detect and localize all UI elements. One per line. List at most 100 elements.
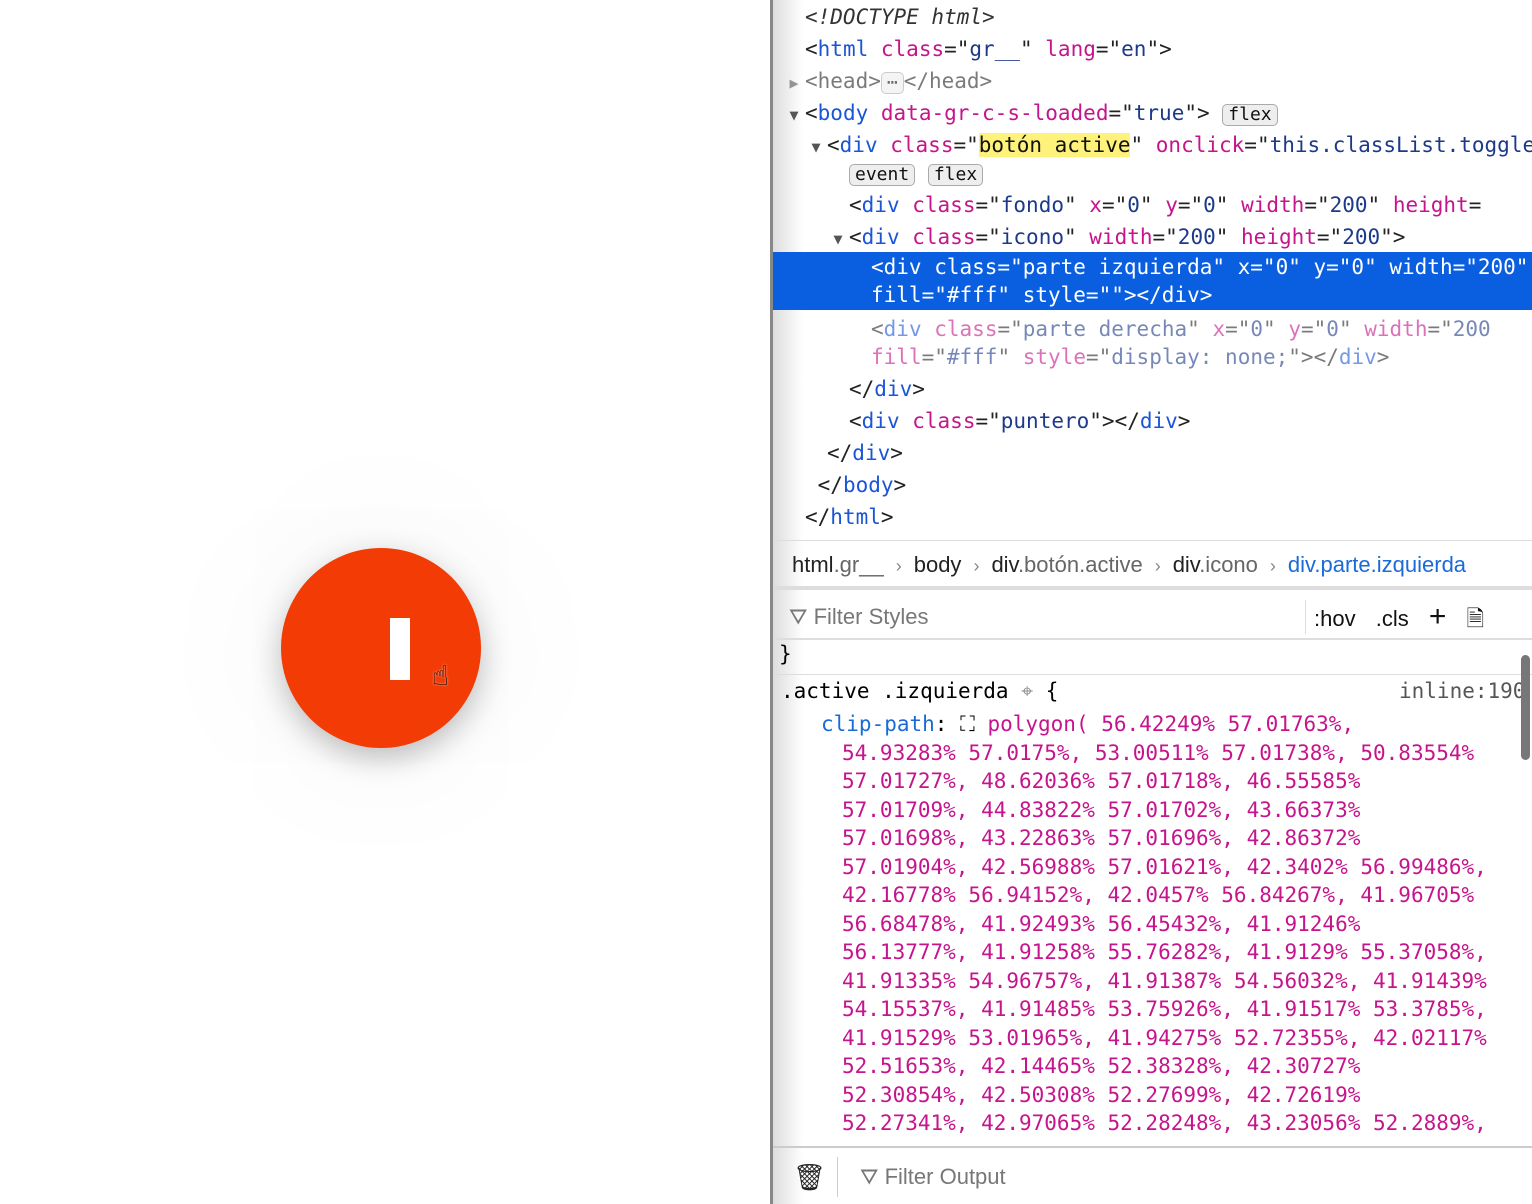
property-value-line[interactable]: 56.68478%, 41.92493% 56.45432%, 41.91246… xyxy=(842,910,1360,938)
property-value-line[interactable]: 52.27341%, 42.97065% 52.28248%, 43.23056… xyxy=(842,1109,1487,1137)
property-value-line[interactable]: 52.30854%, 42.50308% 52.27699%, 42.72619… xyxy=(842,1081,1360,1109)
markup-token: parte derecha xyxy=(1022,317,1188,341)
shape-editor-icon[interactable]: ⛶ xyxy=(960,712,987,736)
property-name[interactable]: clip-path xyxy=(821,712,935,736)
trash-icon[interactable]: 🗑 xyxy=(793,1148,826,1204)
markup-token: class xyxy=(912,225,976,249)
breadcrumb-item[interactable]: html.gr__ xyxy=(792,552,884,577)
markup-token: " xyxy=(1367,193,1393,217)
markup-token: icono xyxy=(1000,225,1064,249)
breadcrumb-item[interactable]: div.parte.izquierda xyxy=(1288,552,1466,577)
property-value-line[interactable]: 54.15537%, 41.91485% 53.75926%, 41.91517… xyxy=(842,995,1487,1023)
markup-token: =" xyxy=(1085,345,1112,369)
dom-node-line[interactable]: </body> xyxy=(773,470,1532,500)
property-value-line[interactable]: 57.01709%, 44.83822% 57.01702%, 43.66373… xyxy=(842,796,1360,824)
property-value-line[interactable]: 57.01727%, 48.62036% 57.01718%, 46.55585… xyxy=(842,767,1360,795)
dom-node-line[interactable]: ▼ <body data-gr-c-s-loaded="true"> flex xyxy=(773,98,1532,128)
breadcrumb-item[interactable]: body xyxy=(914,552,962,577)
dom-node-line[interactable]: ▼ <div class="icono" width="200" height="… xyxy=(773,222,1532,252)
markup-token: class xyxy=(934,317,998,341)
dom-node-line[interactable]: <div class="fondo" x="0" y="0" width="20… xyxy=(773,190,1532,220)
markup-token: 200 xyxy=(1342,225,1381,249)
play-pause-button[interactable] xyxy=(281,548,481,748)
dom-tree: <!DOCTYPE html> <html class="gr__" lang="… xyxy=(773,0,1532,532)
dom-node-line[interactable]: </div> xyxy=(773,438,1532,468)
property-value-line[interactable]: 57.01904%, 42.56988% 57.01621%, 42.3402%… xyxy=(842,853,1487,881)
property-value-line[interactable]: 56.13777%, 41.91258% 55.76282%, 41.9129%… xyxy=(842,938,1487,966)
markup-token: =" xyxy=(1316,225,1343,249)
filter-styles-input[interactable]: ⛛ Filter Styles xyxy=(789,594,929,640)
markup-token: > xyxy=(1376,345,1390,369)
document-icon[interactable]: 🗎 xyxy=(1467,606,1485,631)
expand-toggle-icon[interactable]: ▼ xyxy=(827,224,849,254)
rule-source-link[interactable]: inline:190 xyxy=(1399,677,1525,705)
property-value-line[interactable]: 41.91335% 54.96757%, 41.91387% 54.56032%… xyxy=(842,967,1487,995)
property-value-line[interactable]: 41.91529% 53.01965%, 41.94275% 52.72355%… xyxy=(842,1024,1487,1052)
markup-token: x xyxy=(1089,193,1102,217)
markup-token: #fff xyxy=(946,345,998,369)
property-value-line[interactable]: 57.01698%, 43.22863% 57.01696%, 42.86372… xyxy=(842,824,1360,852)
expand-toggle-icon[interactable]: ▶ xyxy=(783,68,805,98)
dom-node-line[interactable]: </div> xyxy=(773,374,1532,404)
node-badge[interactable]: event xyxy=(849,164,916,186)
markup-token: html xyxy=(830,505,881,529)
breadcrumb-item[interactable]: div.icono xyxy=(1173,552,1258,577)
dom-node-line[interactable]: <div class="parte izquierda" x="0" y="0"… xyxy=(773,252,1532,282)
dom-node-line[interactable]: fill="#fff" style=""></div> xyxy=(773,280,1532,310)
cls-toggle[interactable]: .cls xyxy=(1376,606,1409,631)
markup-token: < xyxy=(849,409,862,433)
property-value-line[interactable]: 42.16778% 56.94152%, 42.0457% 56.84267%,… xyxy=(842,881,1474,909)
markup-token: class xyxy=(912,409,976,433)
markup-token: width xyxy=(1364,317,1428,341)
dom-node-line[interactable]: </html> xyxy=(773,502,1532,532)
node-target-icon[interactable]: ⌖ xyxy=(1021,679,1033,703)
property-value-line[interactable]: 52.51653%, 42.14465% 52.38328%, 42.30727… xyxy=(842,1052,1360,1080)
add-rule-button[interactable]: + xyxy=(1429,600,1447,633)
hov-toggle[interactable]: :hov xyxy=(1314,606,1356,631)
markup-token: =" xyxy=(1301,317,1327,341)
markup-token: = xyxy=(1468,193,1482,217)
dom-node-line[interactable]: ▼ <div class="botón active" onclick="this… xyxy=(773,130,1532,160)
markup-token: " xyxy=(1019,37,1046,61)
rule-selector[interactable]: .active .izquierda xyxy=(781,679,1009,703)
dom-node-line[interactable]: <div class="parte derecha" x="0" y="0" w… xyxy=(773,314,1532,344)
dom-node-line[interactable]: <!DOCTYPE html> xyxy=(773,2,1532,32)
hand-pointer-icon: ☝ xyxy=(432,659,450,692)
markup-token: "></ xyxy=(1288,345,1339,369)
dom-node-line[interactable]: ▶ <head> ⋯ </head> xyxy=(773,66,1532,96)
markup-token: div xyxy=(839,133,878,157)
markup-token: width xyxy=(1241,193,1305,217)
markup-token: div xyxy=(861,409,900,433)
dom-node-line[interactable]: event flex xyxy=(773,158,1532,188)
styles-scrollbar[interactable] xyxy=(1521,655,1530,760)
markup-token: < xyxy=(849,225,862,249)
markup-token: div xyxy=(1338,345,1377,369)
dom-node-line[interactable]: fill="#fff" style="display: none;"></div… xyxy=(773,342,1532,372)
markup-token: 200 xyxy=(1329,193,1368,217)
markup-token xyxy=(915,161,928,185)
node-badge[interactable]: flex xyxy=(1222,104,1278,126)
markup-token: div xyxy=(874,377,913,401)
dom-node-line[interactable]: <html class="gr__" lang="en"> xyxy=(773,34,1532,64)
markup-token: > xyxy=(880,505,894,529)
dom-node-line[interactable]: <div class="puntero"></div> xyxy=(773,406,1532,436)
breadcrumb-item[interactable]: div.botón.active xyxy=(991,552,1142,577)
markup-token: =" xyxy=(975,409,1001,433)
markup-token: height xyxy=(1392,193,1469,217)
markup-token: " xyxy=(997,345,1023,369)
markup-token: height xyxy=(1241,225,1317,249)
crumb-class: .icono xyxy=(1199,552,1258,577)
node-badge[interactable]: ⋯ xyxy=(880,72,904,94)
node-badge[interactable]: flex xyxy=(927,164,984,186)
open-brace: { xyxy=(1045,679,1059,703)
markup-token: div xyxy=(861,225,900,249)
chevron-right-icon: › xyxy=(973,556,980,576)
expand-toggle-icon[interactable]: ▼ xyxy=(783,100,805,130)
property-value-line[interactable]: 54.93283% 57.0175%, 53.00511% 57.01738%,… xyxy=(842,739,1474,767)
property-value-line[interactable]: polygon( 56.42249% 57.01763%, xyxy=(987,712,1354,736)
markup-token: " xyxy=(1187,317,1213,341)
markup-token: " xyxy=(1215,193,1242,217)
filter-output-input[interactable]: ⛛ Filter Output xyxy=(837,1157,1006,1197)
page-preview: ☝ xyxy=(0,0,770,1204)
markup-token: =" xyxy=(1304,193,1330,217)
